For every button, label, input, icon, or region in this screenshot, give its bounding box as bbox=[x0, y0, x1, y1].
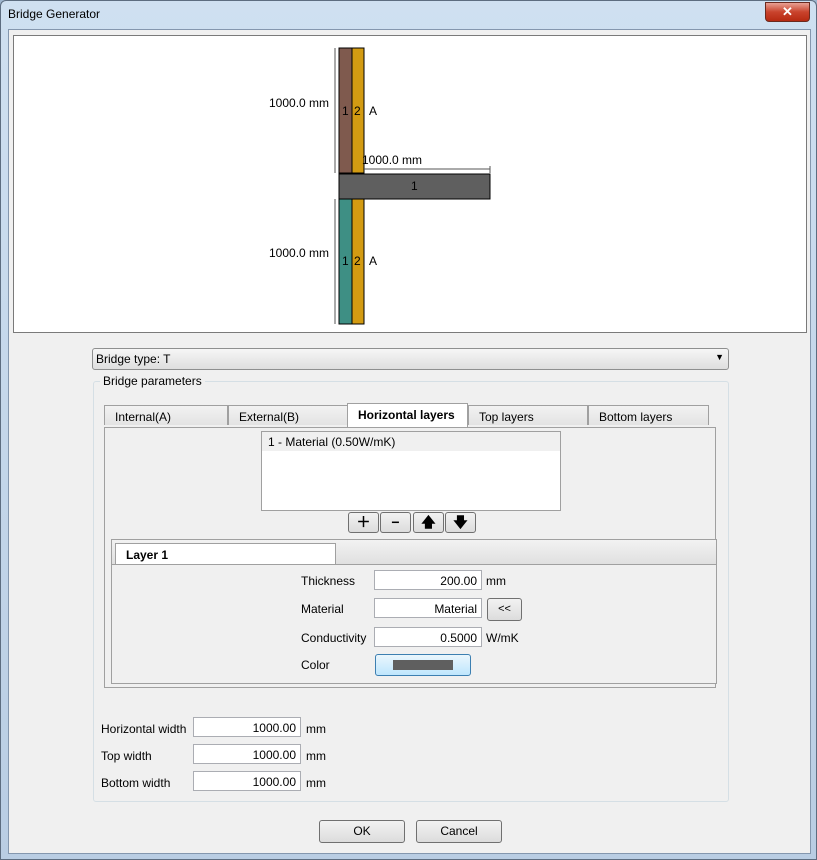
bridge-preview: 1000.0 mm 1000.0 mm 1000.0 mm 1 2 A 1 2 … bbox=[13, 35, 807, 333]
layer-tabstrip: Layer 1 bbox=[112, 540, 716, 565]
tab-label: Bottom layers bbox=[599, 410, 673, 424]
top-layer-num-2: 2 bbox=[354, 104, 361, 118]
plus-icon: ＋ bbox=[356, 514, 371, 530]
horizontal-width-label: Horizontal width bbox=[101, 722, 187, 736]
layer-tab-label: Layer 1 bbox=[126, 548, 169, 562]
close-button[interactable]: ✕ bbox=[765, 2, 810, 22]
close-icon: ✕ bbox=[782, 4, 793, 19]
bottom-layer-num-1: 1 bbox=[342, 254, 349, 268]
dim-label-bottom: 1000.0 mm bbox=[269, 246, 329, 260]
bridge-parameters-group: Bridge parameters Internal(A) External(B… bbox=[93, 374, 729, 802]
layers-list[interactable]: 1 - Material (0.50W/mK) bbox=[261, 431, 561, 511]
bridge-generator-window: Bridge Generator ✕ 1000.0 mm 1000.0 mm 1… bbox=[0, 0, 817, 860]
tab-external-b[interactable]: External(B) bbox=[228, 405, 348, 425]
bridge-type-select[interactable]: Bridge type: T ▼ bbox=[92, 348, 729, 370]
material-label: Material bbox=[301, 602, 344, 616]
horizontal-width-input[interactable]: 1000.00 bbox=[193, 717, 301, 737]
bottom-width-input[interactable]: 1000.00 bbox=[193, 771, 301, 791]
conductivity-label: Conductivity bbox=[301, 631, 367, 645]
tab-bottom-layers[interactable]: Bottom layers bbox=[588, 405, 709, 425]
dim-label-horizontal: 1000.0 mm bbox=[362, 153, 422, 167]
horizontal-layers-panel: 1 - Material (0.50W/mK) ＋ − 🡅 🡇 Layer 1 … bbox=[104, 427, 717, 688]
tab-label: External(B) bbox=[239, 410, 300, 424]
bridge-diagram: 1000.0 mm 1000.0 mm 1000.0 mm 1 2 A 1 2 … bbox=[269, 47, 491, 325]
thickness-input[interactable]: 200.00 bbox=[374, 570, 482, 590]
tab-label: Horizontal layers bbox=[358, 408, 455, 422]
arrow-up-icon: 🡅 bbox=[421, 514, 436, 530]
tab-top-layers[interactable]: Top layers bbox=[468, 405, 588, 425]
tab-label: Top layers bbox=[479, 410, 534, 424]
tab-horizontal-layers[interactable]: Horizontal layers bbox=[347, 403, 468, 427]
bridge-type-value: Bridge type: T bbox=[96, 352, 171, 366]
horizontal-layer-num: 1 bbox=[411, 179, 418, 193]
arrow-down-icon: 🡇 bbox=[453, 514, 468, 530]
tab-layer-1[interactable]: Layer 1 bbox=[115, 543, 336, 564]
conductivity-input[interactable]: 0.5000 bbox=[374, 627, 482, 647]
remove-layer-button[interactable]: − bbox=[380, 512, 411, 533]
bottom-width-label: Bottom width bbox=[101, 776, 171, 790]
color-picker-button[interactable] bbox=[375, 654, 471, 676]
top-layer-num-1: 1 bbox=[342, 104, 349, 118]
title-bar[interactable]: Bridge Generator ✕ bbox=[1, 1, 816, 29]
color-label: Color bbox=[301, 658, 330, 672]
top-width-input[interactable]: 1000.00 bbox=[193, 744, 301, 764]
cancel-button[interactable]: Cancel bbox=[416, 820, 502, 843]
bottom-width-unit: mm bbox=[306, 776, 326, 790]
ok-button[interactable]: OK bbox=[319, 820, 405, 843]
top-width-unit: mm bbox=[306, 749, 326, 763]
tab-internal-a[interactable]: Internal(A) bbox=[104, 405, 228, 425]
window-title: Bridge Generator bbox=[8, 7, 101, 21]
color-swatch bbox=[393, 660, 453, 670]
list-item-label: 1 - Material (0.50W/mK) bbox=[268, 435, 396, 449]
material-input[interactable]: Material bbox=[374, 598, 482, 618]
move-layer-up-button[interactable]: 🡅 bbox=[413, 512, 444, 533]
top-width-label: Top width bbox=[101, 749, 152, 763]
top-side-label: A bbox=[369, 104, 377, 118]
list-item[interactable]: 1 - Material (0.50W/mK) bbox=[262, 432, 560, 451]
bottom-side-label: A bbox=[369, 254, 377, 268]
select-material-button[interactable]: << bbox=[487, 598, 522, 621]
move-layer-down-button[interactable]: 🡇 bbox=[445, 512, 476, 533]
thickness-label: Thickness bbox=[301, 574, 356, 588]
chevron-down-icon: ▼ bbox=[715, 352, 724, 362]
bridge-parameters-label: Bridge parameters bbox=[100, 374, 205, 388]
parameters-tabs: Internal(A) External(B) Horizontal layer… bbox=[104, 403, 716, 427]
minus-icon: − bbox=[391, 514, 400, 530]
dim-label-top: 1000.0 mm bbox=[269, 96, 329, 110]
add-layer-button[interactable]: ＋ bbox=[348, 512, 379, 533]
conductivity-unit: W/mK bbox=[486, 631, 519, 645]
tab-label: Internal(A) bbox=[115, 410, 172, 424]
bottom-layer-num-2: 2 bbox=[354, 254, 361, 268]
layer-details: Layer 1 Thickness 200.00 mm Material Mat… bbox=[111, 539, 717, 684]
horizontal-width-unit: mm bbox=[306, 722, 326, 736]
dialog-body: 1000.0 mm 1000.0 mm 1000.0 mm 1 2 A 1 2 … bbox=[8, 29, 811, 854]
thickness-unit: mm bbox=[486, 574, 506, 588]
